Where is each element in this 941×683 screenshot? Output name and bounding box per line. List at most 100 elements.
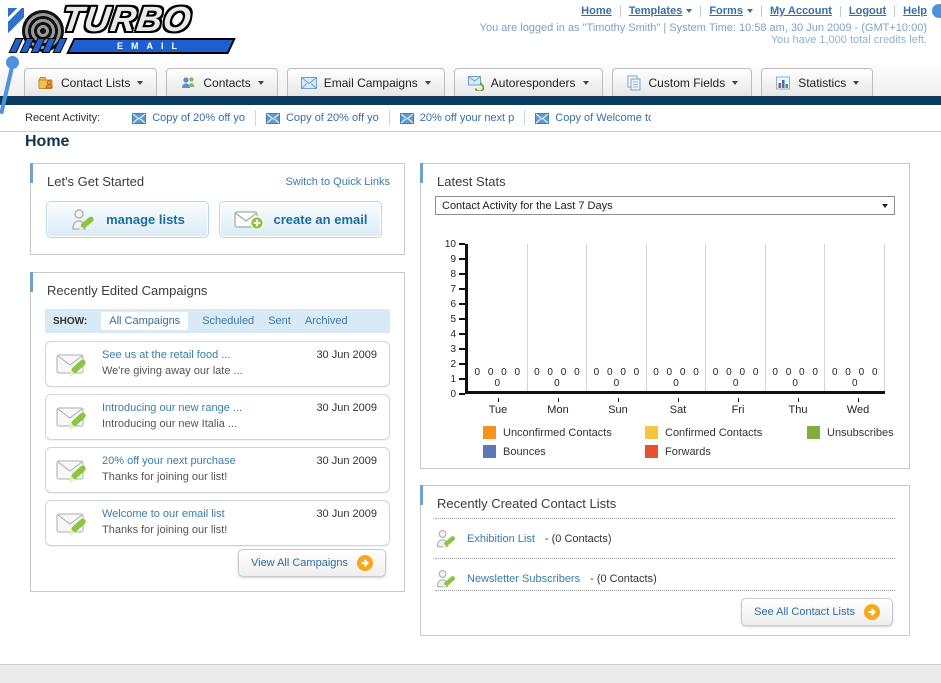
campaign-list-item[interactable]: Welcome to our email list Thanks for joi… [45,500,390,546]
envelope-icon [265,112,280,124]
chart-x-tick-label: Sat [648,397,708,416]
orange-arrow-icon [357,555,373,571]
switch-quick-links[interactable]: Switch to Quick Links [285,176,390,188]
page-footer [0,664,941,683]
filter-archived[interactable]: Archived [305,315,348,327]
campaign-list-item[interactable]: 20% off your next purchase Thanks for jo… [45,447,390,493]
envelope-pencil-icon [56,460,86,484]
tab-contact-lists[interactable]: Contact Lists [24,68,158,96]
custom-fields-pages-icon [627,75,641,90]
nav-templates-link[interactable]: Templates [629,5,693,17]
chart-x-tick-label: Wed [828,397,888,416]
person-pencil-icon [436,529,455,549]
manage-lists-button[interactable]: manage lists [46,201,209,238]
latest-stats-panel: Latest Stats Contact Activity for the La… [420,163,910,469]
logo-text-email: EMAIL [117,41,185,51]
login-status-text: You are logged in as "Timothy Smith" | S… [479,22,927,34]
chart-column: 0 0 0 0 0 [528,244,588,391]
credits-text: You have 1,000 total credits left. [770,34,927,46]
filter-all-campaigns[interactable]: All Campaigns [101,312,189,330]
logo-text-turbo: TURBO [59,0,195,39]
chart-x-tick-label: Thu [768,397,828,416]
chart-value-labels: 0 0 0 0 0 [593,367,640,389]
filter-scheduled[interactable]: Scheduled [202,315,254,327]
chevron-down-icon [882,203,888,208]
campaign-date: 30 Jun 2009 [316,349,377,361]
help-bubble-icon[interactable] [932,4,941,18]
envelope-pencil-icon [56,407,86,431]
chevron-down-icon [424,80,431,85]
recent-activity-item[interactable]: Copy of Welcome to [525,110,661,126]
chart-value-labels: 0 0 0 0 0 [712,367,759,389]
nav-logout-link[interactable]: Logout [849,5,886,17]
recent-activity-item[interactable]: Copy of 20% off yo [256,110,389,126]
legend-item-confirmed: Confirmed Contacts [645,426,807,439]
see-all-contact-lists-button[interactable]: See All Contact Lists [741,598,893,626]
email-envelope-icon [300,76,317,89]
tab-contacts[interactable]: Contacts [166,68,278,96]
recent-activity-item[interactable]: Copy of 20% off yo [122,110,255,126]
turbo-email-logo: TURBO EMAIL [8,0,238,60]
envelope-icon [132,112,147,124]
legend-item-bounces: Bounces [483,445,645,458]
tab-email-campaigns[interactable]: Email Campaigns [286,68,445,96]
recent-activity-item[interactable]: 20% off your next p [390,110,525,126]
recent-contact-lists-title: Recently Created Contact Lists [437,496,617,511]
view-all-campaigns-button[interactable]: View All Campaigns [237,549,386,577]
filter-sent[interactable]: Sent [268,315,291,327]
nav-forms-link[interactable]: Forms [709,5,753,17]
contact-activity-chart: 10 9 8 7 6 5 4 3 2 1 0 0 0 0 0 00 0 0 0 00 0 0 0 0… [435,239,897,416]
envelope-plus-icon [233,210,264,230]
campaign-date: 30 Jun 2009 [316,508,377,520]
nav-my-account-link[interactable]: My Account [770,5,832,17]
recent-campaigns-panel: Recently Edited Campaigns SHOW: All Camp… [30,272,405,592]
legend-item-unconfirmed: Unconfirmed Contacts [483,426,645,439]
tab-statistics[interactable]: Statistics [761,68,874,96]
legend-swatch [483,426,496,439]
main-nav-tabs: Contact Lists Contacts Email Campaigns A… [0,64,941,96]
nav-separator [894,5,896,17]
person-pencil-icon [72,208,94,231]
chart-legend: Unconfirmed Contacts Confirmed Contacts … [483,426,894,458]
chart-x-tick-label: Tue [468,397,528,416]
chart-value-labels: 0 0 0 0 0 [772,367,818,389]
campaign-list-item[interactable]: See us at the retail food ... We're givi… [45,341,390,387]
campaign-filter-bar: SHOW: All Campaigns Scheduled Sent Archi… [45,309,390,333]
campaign-date: 30 Jun 2009 [316,402,377,414]
stats-period-select[interactable]: Contact Activity for the Last 7 Days [435,196,895,215]
envelope-icon [399,112,414,124]
tab-custom-fields[interactable]: Custom Fields [611,68,753,96]
nav-home-link[interactable]: Home [581,5,612,17]
dotted-divider [435,590,895,591]
envelope-pencil-icon [56,354,86,378]
dotted-divider [435,518,895,519]
nav-separator [839,5,841,17]
chart-x-labels: Tue Mon Sun Sat Fri Thu Wed [468,397,888,416]
autoresponder-envelope-arrow-icon [467,75,484,91]
create-email-button[interactable]: create an email [219,201,382,238]
contact-lists-folder-icon [38,76,53,89]
contacts-people-icon [182,76,195,88]
legend-item-forwards: Forwards [645,445,807,458]
envelope-pencil-icon [56,513,86,537]
contact-list-item[interactable]: Exhibition List - (0 Contacts) [435,524,612,554]
chart-column: 0 0 0 0 0 [587,244,647,391]
chart-column: 0 0 0 0 0 [647,244,707,391]
nav-separator [619,5,621,17]
campaign-list-item[interactable]: Introducing our new range ... Introducin… [45,394,390,440]
top-nav: Home Templates Forms My Account Logout H… [581,5,927,17]
chevron-down-icon [686,9,693,13]
envelope-icon [535,112,550,124]
orange-arrow-icon [864,604,880,620]
navy-divider-bar [0,96,941,105]
recent-campaigns-title: Recently Edited Campaigns [47,283,208,298]
statistics-chart-icon [776,76,791,89]
dotted-divider [435,558,895,559]
nav-separator [700,5,702,17]
chart-x-tick-label: Mon [528,397,588,416]
nav-help-link[interactable]: Help [903,5,927,17]
chevron-down-icon [746,9,753,13]
tab-autoresponders[interactable]: Autoresponders [453,68,603,96]
page-title: Home [25,133,70,150]
nav-separator [760,5,762,17]
